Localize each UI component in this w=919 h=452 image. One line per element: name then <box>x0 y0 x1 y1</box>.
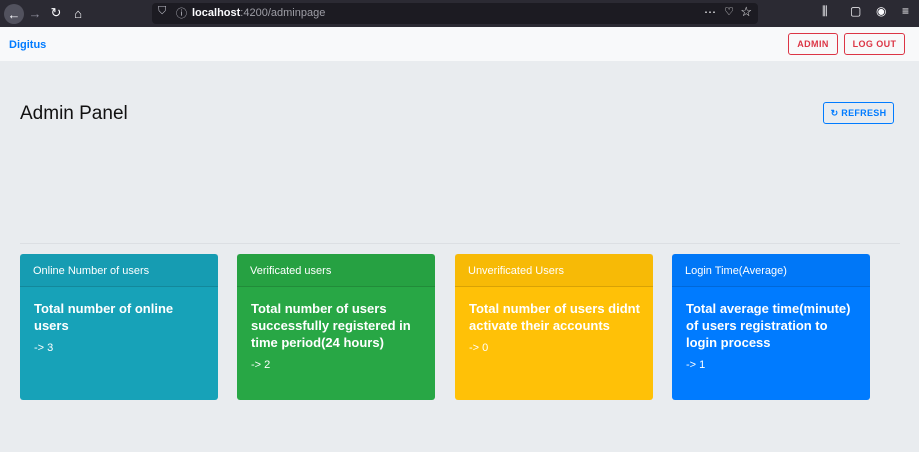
page-actions-icon[interactable]: ⋯ <box>704 5 716 19</box>
page-title: Admin Panel <box>20 103 128 124</box>
forward-arrow-icon[interactable]: → <box>26 4 44 22</box>
verified-users-card: Verificated users Total number of users … <box>237 254 435 400</box>
browser-toolbar: ← → ↻ ⌂ ⛉ ⓘ localhost:4200/adminpage ⋯ ♡… <box>0 0 919 27</box>
brand-link[interactable]: Digitus <box>9 39 46 51</box>
card-value: -> 2 <box>251 359 271 371</box>
online-users-card: Online Number of users Total number of o… <box>20 254 218 400</box>
home-icon[interactable]: ⌂ <box>69 4 87 22</box>
card-value: -> 3 <box>34 342 54 354</box>
card-title: Total number of users successfully regis… <box>251 301 411 350</box>
shield-icon[interactable]: ⛉ <box>158 5 166 18</box>
bookmark-star-icon[interactable]: ☆ <box>740 4 752 20</box>
sidebar-icon[interactable]: ▢ <box>850 4 861 18</box>
card-header: Unverificated Users <box>455 254 653 287</box>
info-icon[interactable]: ⓘ <box>176 5 187 21</box>
reload-icon[interactable]: ↻ <box>47 4 65 22</box>
url-host: localhost <box>192 7 241 19</box>
refresh-button[interactable]: ↻ REFRESH <box>823 102 894 124</box>
app-navbar: Digitus ADMIN LOG OUT <box>0 27 919 61</box>
divider <box>20 243 900 244</box>
card-value: -> 0 <box>469 342 489 354</box>
pocket-icon[interactable]: ♡ <box>724 5 734 18</box>
account-icon[interactable]: ◉ <box>876 4 886 18</box>
card-title: Total average time(minute) of users regi… <box>686 301 851 350</box>
card-body: Total average time(minute) of users regi… <box>672 287 870 371</box>
card-body: Total number of users successfully regis… <box>237 287 435 371</box>
card-value: -> 1 <box>686 359 706 371</box>
card-body: Total number of online users -> 3 <box>20 287 218 354</box>
unverified-users-card: Unverificated Users Total number of user… <box>455 254 653 400</box>
card-title: Total number of users didnt activate the… <box>469 301 640 333</box>
menu-icon[interactable]: ≡ <box>902 4 909 18</box>
card-title: Total number of online users <box>34 301 174 333</box>
card-header: Verificated users <box>237 254 435 287</box>
url-bar[interactable]: ⛉ ⓘ localhost:4200/adminpage ⋯ ♡ ☆ <box>152 3 758 24</box>
back-arrow-icon[interactable]: ← <box>4 4 24 24</box>
card-header: Online Number of users <box>20 254 218 287</box>
url-path: :4200/adminpage <box>240 7 326 19</box>
admin-button[interactable]: ADMIN <box>788 33 838 55</box>
card-body: Total number of users didnt activate the… <box>455 287 653 354</box>
library-icon[interactable]: ⫼ <box>822 4 828 19</box>
login-time-card: Login Time(Average) Total average time(m… <box>672 254 870 400</box>
url-text[interactable]: localhost:4200/adminpage <box>192 7 325 19</box>
card-header: Login Time(Average) <box>672 254 870 287</box>
logout-button[interactable]: LOG OUT <box>844 33 905 55</box>
